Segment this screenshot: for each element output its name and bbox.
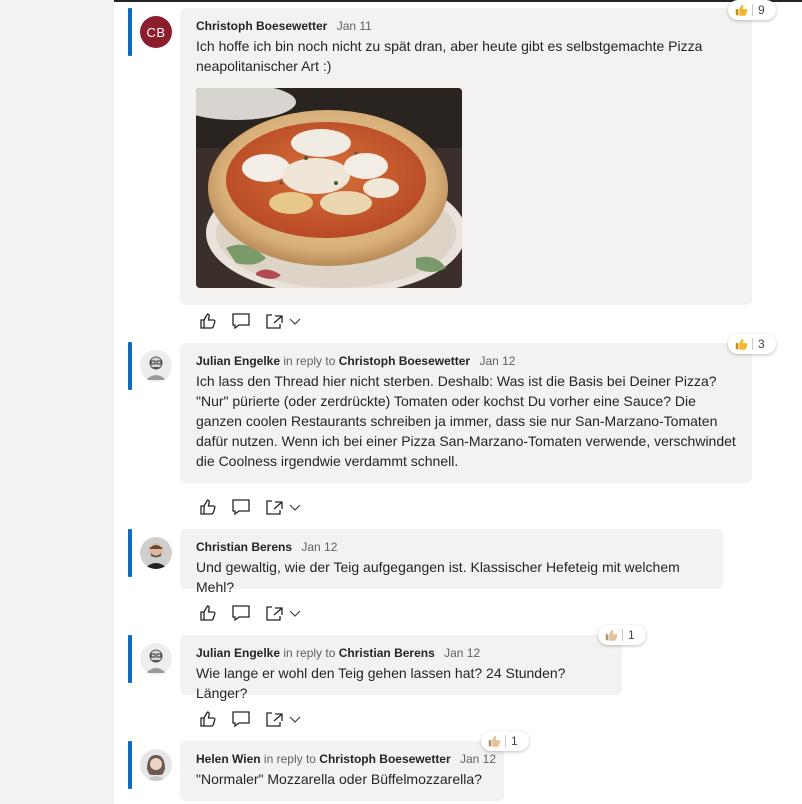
share-icon bbox=[266, 712, 283, 727]
reaction-count: 1 bbox=[628, 628, 635, 642]
message-text: Ich hoffe ich bin noch nicht zu spät dra… bbox=[196, 38, 703, 74]
message-actions bbox=[198, 603, 314, 623]
message-text: Wie lange er wohl den Teig gehen lassen … bbox=[196, 665, 566, 701]
thread-accent-bar bbox=[128, 529, 132, 577]
avatar[interactable] bbox=[140, 350, 172, 382]
avatar[interactable]: CB bbox=[140, 16, 172, 48]
message-bubble: Julian Engelke in reply to Christoph Boe… bbox=[180, 343, 752, 483]
thumbs-up-emoji-icon bbox=[488, 735, 501, 747]
message-date: Jan 12 bbox=[444, 646, 481, 660]
reaction-separator bbox=[752, 338, 753, 350]
reaction-badge[interactable]: 9 bbox=[728, 0, 776, 20]
more-options-button[interactable] bbox=[288, 606, 302, 620]
message-text: Ich lass den Thread hier nicht sterben. … bbox=[196, 373, 736, 469]
thumbs-up-emoji-icon bbox=[735, 338, 748, 350]
message-text: "Normaler" Mozzarella oder Büffelmozzare… bbox=[196, 771, 482, 787]
message-actions bbox=[198, 311, 314, 331]
chevron-down-icon bbox=[289, 504, 301, 511]
chevron-down-icon bbox=[289, 318, 301, 325]
reaction-count: 3 bbox=[758, 337, 765, 351]
message-header: Julian Engelke in reply to Christian Ber… bbox=[196, 645, 606, 661]
reaction-count: 9 bbox=[758, 3, 765, 17]
share-icon bbox=[266, 606, 283, 621]
share-icon bbox=[266, 500, 283, 515]
chevron-down-icon bbox=[289, 610, 301, 617]
author-name[interactable]: Helen Wien bbox=[196, 752, 261, 766]
message-actions bbox=[198, 709, 314, 729]
reaction-separator bbox=[622, 629, 623, 641]
message-date: Jan 12 bbox=[479, 354, 516, 368]
more-options-button[interactable] bbox=[288, 500, 302, 514]
thread-accent-bar bbox=[128, 635, 132, 683]
reply-button[interactable] bbox=[230, 311, 252, 331]
reply-button[interactable] bbox=[230, 603, 252, 623]
message-date: Jan 12 bbox=[460, 752, 497, 766]
message-bubble: Christian Berens Jan 12 Und gewaltig, wi… bbox=[180, 529, 723, 595]
thumbs-up-outline-icon bbox=[200, 605, 216, 621]
share-icon bbox=[266, 314, 283, 329]
message-date: Jan 11 bbox=[336, 19, 372, 33]
message-text: Und gewaltig, wie der Teig aufgegangen i… bbox=[196, 559, 680, 595]
author-name[interactable]: Julian Engelke bbox=[196, 354, 280, 368]
share-button[interactable] bbox=[264, 709, 284, 729]
share-button[interactable] bbox=[264, 603, 284, 623]
avatar[interactable] bbox=[140, 749, 172, 781]
avatar[interactable] bbox=[140, 537, 172, 569]
reaction-badge[interactable]: 3 bbox=[728, 334, 776, 354]
message-thread: CB Christoph Boesewetter Jan 11 Ich hoff… bbox=[0, 0, 802, 804]
message-header: Christoph Boesewetter Jan 11 bbox=[196, 18, 736, 34]
reaction-separator bbox=[505, 735, 506, 747]
author-name[interactable]: Christoph Boesewetter bbox=[196, 19, 327, 33]
reply-label: in reply to bbox=[283, 354, 336, 368]
message-bubble: Helen Wien in reply to Christoph Boesewe… bbox=[180, 741, 504, 801]
comment-icon bbox=[232, 499, 250, 516]
message-header: Helen Wien in reply to Christoph Boesewe… bbox=[196, 751, 496, 767]
message-bubble: Julian Engelke in reply to Christian Ber… bbox=[180, 635, 622, 701]
author-name[interactable]: Christian Berens bbox=[196, 540, 292, 554]
thumbs-up-outline-icon bbox=[200, 499, 216, 515]
message-actions bbox=[198, 497, 314, 517]
avatar[interactable] bbox=[140, 643, 172, 675]
message-date: Jan 12 bbox=[301, 540, 338, 554]
thumbs-up-emoji-icon bbox=[605, 629, 618, 641]
thumbs-up-outline-icon bbox=[200, 711, 216, 727]
reply-button[interactable] bbox=[230, 497, 252, 517]
share-button[interactable] bbox=[264, 497, 284, 517]
reply-to-name[interactable]: Christoph Boesewetter bbox=[319, 752, 450, 766]
reaction-badge[interactable]: 1 bbox=[598, 625, 646, 645]
reaction-badge[interactable]: 1 bbox=[481, 731, 529, 751]
share-button[interactable] bbox=[264, 311, 284, 331]
reply-button[interactable] bbox=[230, 709, 252, 729]
message-header: Julian Engelke in reply to Christoph Boe… bbox=[196, 353, 736, 369]
author-name[interactable]: Julian Engelke bbox=[196, 646, 280, 660]
more-options-button[interactable] bbox=[288, 314, 302, 328]
message-header: Christian Berens Jan 12 bbox=[196, 539, 707, 555]
thread-accent-bar bbox=[128, 8, 132, 56]
reply-label: in reply to bbox=[263, 752, 316, 766]
chevron-down-icon bbox=[289, 716, 301, 723]
like-button[interactable] bbox=[198, 709, 218, 729]
reply-label: in reply to bbox=[283, 646, 336, 660]
reply-to-name[interactable]: Christian Berens bbox=[339, 646, 435, 660]
thumbs-up-emoji-icon bbox=[735, 4, 748, 16]
thread-accent-bar bbox=[128, 342, 132, 390]
thread-accent-bar bbox=[128, 741, 132, 789]
reaction-separator bbox=[752, 4, 753, 16]
thumbs-up-outline-icon bbox=[200, 313, 216, 329]
more-options-button[interactable] bbox=[288, 712, 302, 726]
reply-to-name[interactable]: Christoph Boesewetter bbox=[339, 354, 470, 368]
like-button[interactable] bbox=[198, 311, 218, 331]
comment-icon bbox=[232, 313, 250, 330]
pizza-photo[interactable] bbox=[196, 88, 462, 288]
comment-icon bbox=[232, 605, 250, 622]
comment-icon bbox=[232, 711, 250, 728]
like-button[interactable] bbox=[198, 497, 218, 517]
reaction-count: 1 bbox=[511, 734, 518, 748]
like-button[interactable] bbox=[198, 603, 218, 623]
